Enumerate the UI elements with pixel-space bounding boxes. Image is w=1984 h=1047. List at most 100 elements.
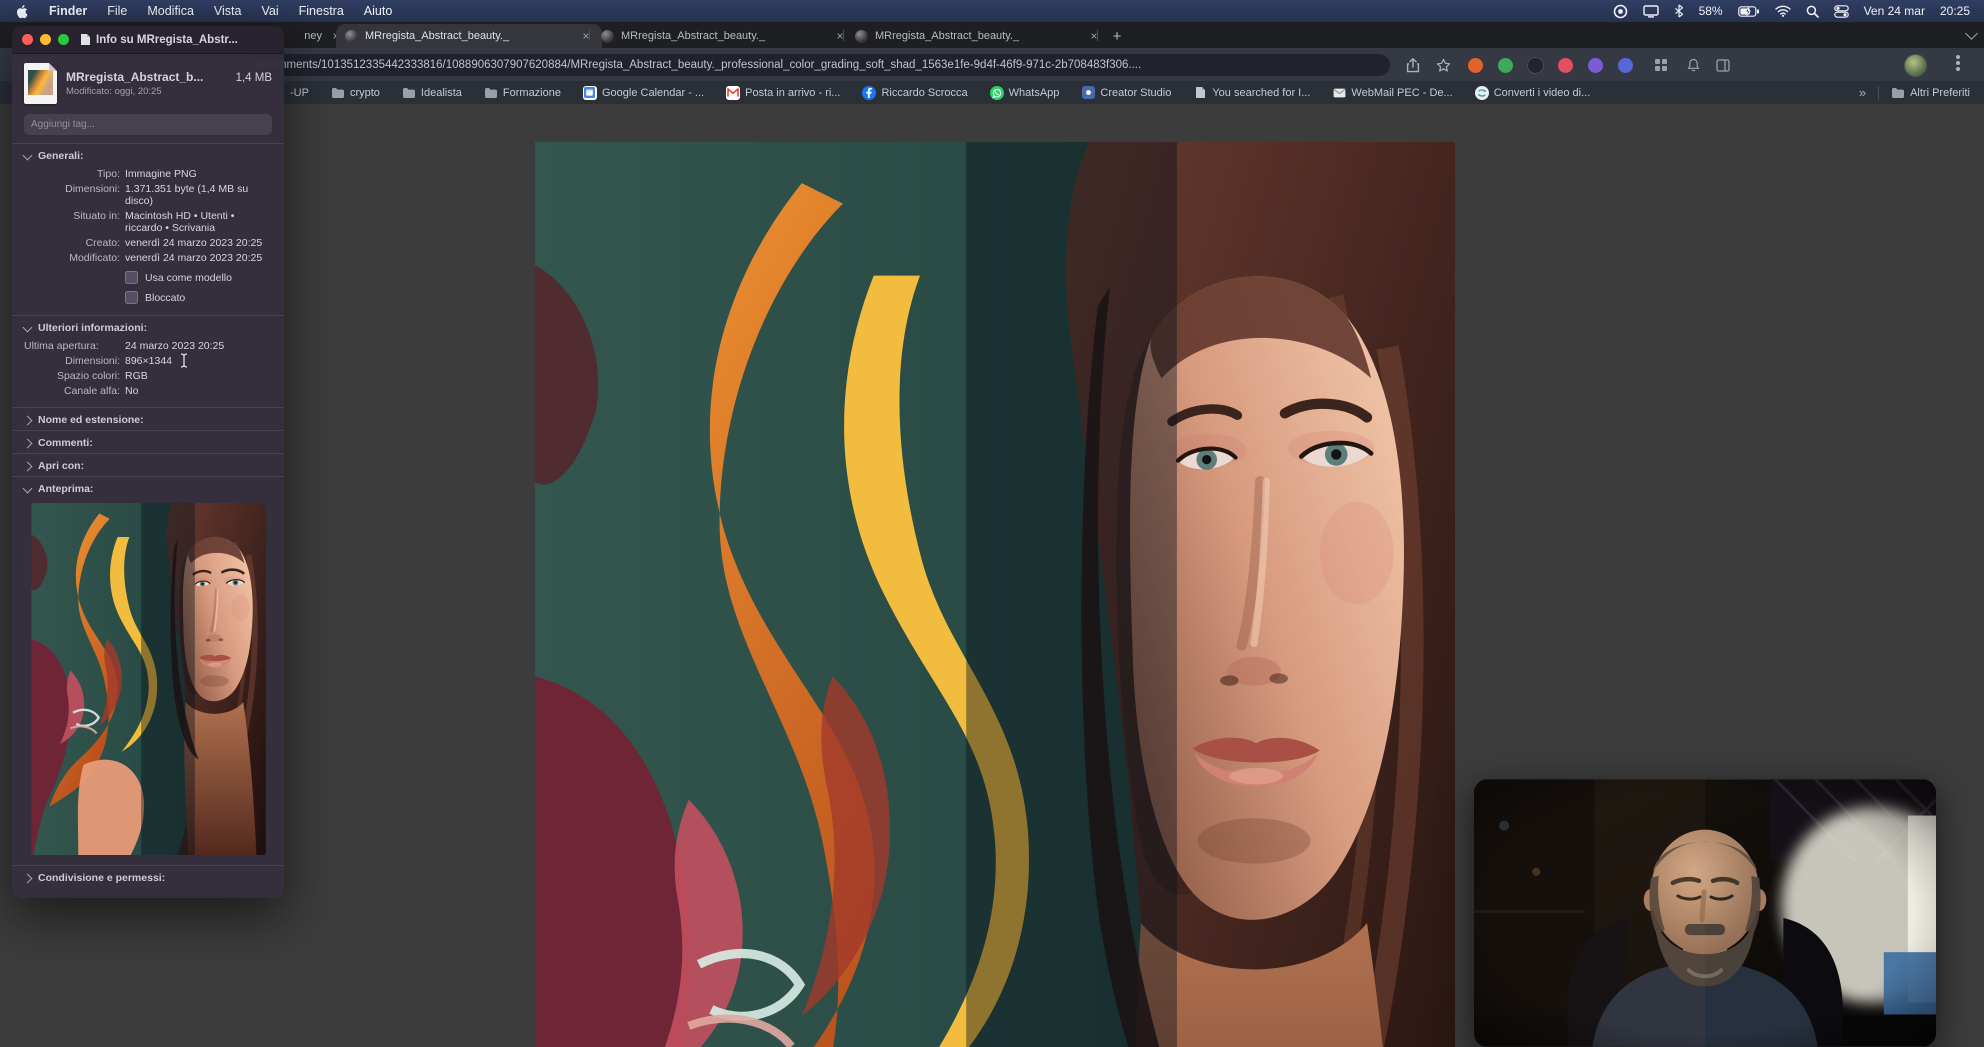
bookmark-item[interactable]: You searched for I...: [1193, 86, 1310, 100]
bookmark-label: Formazione: [502, 86, 561, 99]
row-value: venerdì 24 marzo 2023 20:25: [125, 252, 263, 264]
tab-4[interactable]: MRregista_Abstract_beauty._ ×: [846, 24, 1110, 48]
menu-bar-date[interactable]: Ven 24 mar: [1864, 4, 1925, 18]
preview-thumbnail: [30, 503, 266, 855]
row-label: Dimensioni:: [65, 355, 120, 367]
bookmark-item[interactable]: Google Calendar - ...: [582, 85, 705, 100]
tab-search-chevron-icon[interactable]: [1965, 27, 1978, 40]
tab-label: MRregista_Abstract_beauty._: [365, 30, 510, 42]
section-more-info: Ulteriori informazioni: Ultima apertura:…: [12, 316, 284, 401]
bookmarks-bar: -UP crypto Idealista Formazione Google C…: [0, 81, 1984, 104]
address-bar[interactable]: /attachments/1013512335442333816/1088906…: [240, 54, 1390, 76]
menu-file[interactable]: File: [107, 4, 127, 18]
folder-icon: [1891, 86, 1905, 100]
bookmarks-overflow-button[interactable]: »: [1859, 85, 1866, 100]
profile-avatar[interactable]: [1904, 54, 1927, 77]
bookmark-item[interactable]: crypto: [331, 86, 380, 100]
bookmark-label: You searched for I...: [1212, 86, 1311, 99]
bookmark-label: Google Calendar - ...: [601, 86, 705, 99]
menu-aiuto[interactable]: Aiuto: [364, 4, 393, 18]
menu-modifica[interactable]: Modifica: [147, 4, 194, 18]
chevron-right-icon: [22, 461, 33, 471]
notifications-bell-icon[interactable]: [1684, 56, 1702, 74]
extension-icon-red[interactable]: [1556, 56, 1574, 74]
close-traffic-light[interactable]: [22, 34, 33, 45]
bookmark-item[interactable]: -UP: [290, 87, 309, 99]
bluetooth-icon[interactable]: [1674, 4, 1684, 18]
extension-icon-purple[interactable]: [1586, 56, 1604, 74]
extension-icon-orange[interactable]: [1466, 56, 1484, 74]
section-preview-header[interactable]: Anteprima:: [22, 483, 272, 495]
menu-vista[interactable]: Vista: [214, 4, 242, 18]
folder-icon: [331, 86, 345, 100]
bookmark-star-icon[interactable]: [1434, 56, 1452, 74]
display-mirroring-icon[interactable]: [1642, 4, 1659, 18]
extension-icon-green[interactable]: [1496, 56, 1514, 74]
menu-bar-time[interactable]: 20:25: [1940, 4, 1970, 18]
whatsapp-icon: [989, 85, 1004, 100]
minimize-traffic-light[interactable]: [40, 34, 51, 45]
extension-icon-dark[interactable]: [1526, 56, 1544, 74]
section-general-header[interactable]: Generali:: [22, 150, 272, 162]
checkbox-icon[interactable]: [125, 271, 138, 284]
bookmark-item[interactable]: Formazione: [484, 86, 561, 100]
finder-info-window[interactable]: Info su MRregista_Abstr... MRregista_Abs…: [12, 26, 284, 898]
file-name: MRregista_Abstract_b...: [66, 70, 204, 84]
share-icon[interactable]: [1404, 56, 1422, 74]
tab-label: MRregista_Abstract_beauty._: [875, 30, 1020, 42]
bookmark-item[interactable]: WhatsApp: [989, 85, 1059, 100]
checkbox-icon[interactable]: [125, 291, 138, 304]
extension-icon-indigo[interactable]: [1616, 56, 1634, 74]
record-status-icon[interactable]: [1613, 4, 1628, 19]
section-sharing-permissions[interactable]: Condivisione e permessi:: [12, 866, 284, 888]
tab-separator: [843, 30, 844, 41]
url-text: /attachments/1013512335442333816/1088906…: [252, 59, 1142, 71]
section-name-extension[interactable]: Nome ed estensione:: [12, 408, 284, 430]
menu-vai[interactable]: Vai: [261, 4, 278, 18]
section-comments[interactable]: Commenti:: [12, 431, 284, 453]
bookmark-label: Converti i video di...: [1493, 86, 1591, 99]
section-more-info-header[interactable]: Ulteriori informazioni:: [22, 322, 272, 334]
wifi-icon[interactable]: [1774, 5, 1791, 17]
extensions-grid-icon[interactable]: [1652, 56, 1670, 74]
tags-input[interactable]: Aggiungi tag...: [24, 114, 272, 135]
google-calendar-icon: [582, 85, 597, 100]
other-bookmarks-button[interactable]: Altri Preferiti: [1891, 86, 1970, 100]
menu-finestra[interactable]: Finestra: [299, 4, 344, 18]
chevron-down-icon: [22, 483, 33, 493]
checkbox-row[interactable]: Bloccato: [125, 291, 272, 304]
bookmark-item[interactable]: WebMail PEC - De...: [1332, 86, 1453, 100]
battery-charging-icon[interactable]: [1737, 5, 1760, 17]
section-open-with[interactable]: Apri con:: [12, 454, 284, 476]
viewed-image[interactable]: [535, 142, 1455, 1047]
row-value: No: [125, 385, 139, 397]
control-center-icon[interactable]: [1833, 4, 1849, 18]
row-label: Tipo:: [97, 168, 120, 180]
row-label: Ultima apertura:: [24, 340, 99, 352]
bookmark-item[interactable]: Idealista: [402, 86, 462, 100]
sidepanel-icon[interactable]: [1714, 56, 1732, 74]
tab-close-icon[interactable]: ×: [579, 29, 593, 43]
row-label: Modificato:: [69, 252, 120, 264]
bookmark-item[interactable]: Posta in arrivo - ri...: [726, 85, 840, 100]
apple-menu-icon[interactable]: [16, 4, 29, 19]
document-proxy-icon: [81, 34, 90, 45]
row-label: Creato:: [85, 237, 120, 249]
zoom-traffic-light[interactable]: [58, 34, 69, 45]
webmail-envelope-icon: [1332, 86, 1346, 100]
row-value: RGB: [125, 370, 148, 382]
tab-close-icon[interactable]: ×: [1087, 29, 1101, 43]
browser-menu-kebab-icon[interactable]: [1956, 55, 1960, 59]
tab-3[interactable]: MRregista_Abstract_beauty._ ×: [592, 24, 856, 48]
tab-close-icon[interactable]: ×: [833, 29, 847, 43]
bookmark-item[interactable]: Converti i video di...: [1474, 85, 1591, 100]
bookmark-item[interactable]: Creator Studio: [1081, 86, 1171, 100]
new-tab-button[interactable]: +: [1106, 25, 1128, 47]
text-cursor: [180, 353, 188, 368]
bookmark-item[interactable]: Riccardo Scrocca: [862, 85, 968, 100]
checkbox-row[interactable]: Usa come modello: [125, 271, 272, 284]
spotlight-icon[interactable]: [1806, 5, 1819, 18]
tab-2-active[interactable]: MRregista_Abstract_beauty._ ×: [336, 24, 602, 48]
menu-finder[interactable]: Finder: [49, 4, 87, 18]
info-window-titlebar[interactable]: Info su MRregista_Abstr...: [12, 26, 284, 54]
